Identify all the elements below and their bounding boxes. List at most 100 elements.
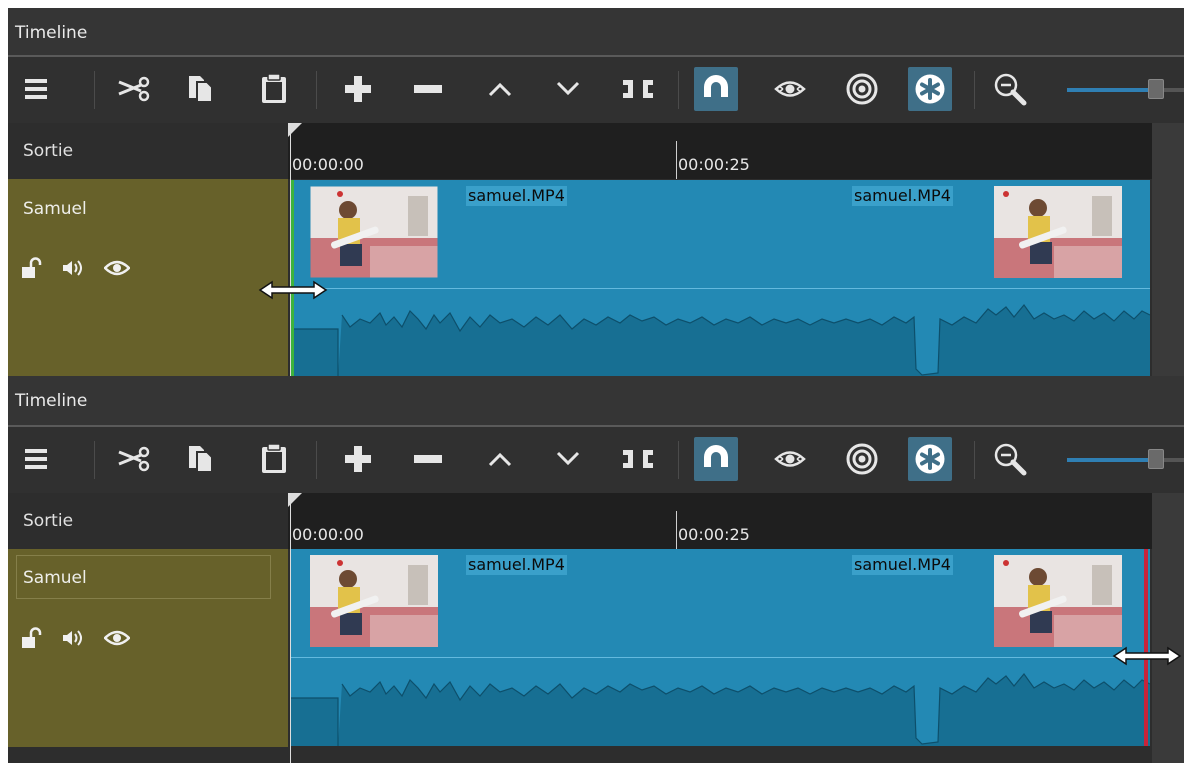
toolbar-separator [94, 441, 95, 479]
lift-button[interactable] [478, 437, 522, 481]
clip-thumbnail [994, 555, 1122, 647]
ripple-all-tracks-toggle[interactable] [908, 67, 952, 111]
zoom-out-button[interactable] [988, 67, 1032, 111]
ripple-all-tracks-toggle[interactable] [908, 437, 952, 481]
paste-clipboard-icon [262, 73, 286, 103]
menu-button[interactable] [14, 437, 58, 481]
copy-button[interactable] [178, 437, 222, 481]
ruler-tick [676, 511, 677, 549]
paste-button[interactable] [252, 67, 296, 111]
split-button[interactable] [616, 437, 660, 481]
ripple-all-tracks-icon [915, 74, 945, 104]
output-track-header[interactable]: Sortie [8, 493, 288, 549]
zoom-out-icon [994, 73, 1027, 106]
magnet-snap-icon [704, 75, 728, 103]
menu-button[interactable] [14, 67, 58, 111]
lock-open-icon[interactable] [20, 257, 42, 279]
cut-button[interactable] [112, 67, 156, 111]
audio-speaker-icon[interactable] [60, 258, 86, 278]
audio-waveform [290, 304, 1150, 376]
minus-icon [414, 85, 442, 93]
menu-icon [25, 449, 47, 469]
resize-cursor-icon [258, 280, 328, 300]
timeline-ruler[interactable]: 00:00:00 00:00:25 [288, 123, 1152, 179]
zoom-slider-rest[interactable] [1163, 458, 1184, 462]
split-button[interactable] [616, 67, 660, 111]
track-header-samuel[interactable]: Samuel [8, 549, 288, 747]
ruler-tick [676, 141, 677, 179]
toolbar-separator [316, 441, 317, 479]
cut-button[interactable] [112, 437, 156, 481]
scrub-toggle[interactable] [768, 67, 812, 111]
zoom-slider-thumb[interactable] [1148, 449, 1164, 469]
timeline-scroll-area[interactable] [1152, 123, 1184, 376]
video-clip-samuel[interactable]: samuel.MP4 samuel.MP4 [290, 180, 1150, 376]
audio-speaker-icon[interactable] [60, 628, 86, 648]
toolbar-separator [94, 71, 95, 109]
chevron-down-icon [556, 451, 580, 466]
timeline-ruler[interactable]: 00:00:00 00:00:25 [288, 493, 1152, 549]
paste-button[interactable] [252, 437, 296, 481]
append-button[interactable] [336, 437, 380, 481]
zoom-out-icon [994, 443, 1027, 476]
clip-label-right: samuel.MP4 [852, 186, 953, 206]
scrub-eye-icon [774, 451, 806, 467]
append-button[interactable] [336, 67, 380, 111]
zoom-slider-rest[interactable] [1163, 88, 1184, 92]
magnet-snap-icon [704, 445, 728, 473]
minus-icon [414, 455, 442, 463]
track-controls [20, 627, 130, 649]
timeline-scroll-area[interactable] [1152, 493, 1184, 763]
lock-open-icon[interactable] [20, 627, 42, 649]
eye-icon[interactable] [104, 629, 130, 647]
remove-button[interactable] [406, 67, 450, 111]
copy-button[interactable] [178, 67, 222, 111]
snap-toggle[interactable] [694, 437, 738, 481]
track-controls [20, 257, 130, 279]
snap-toggle[interactable] [694, 67, 738, 111]
clip-label-left: samuel.MP4 [466, 555, 567, 575]
zoom-slider-track[interactable] [1067, 458, 1149, 462]
video-clip-samuel[interactable]: samuel.MP4 samuel.MP4 [290, 549, 1150, 746]
toolbar-separator [678, 441, 679, 479]
track-name[interactable]: Samuel [16, 555, 271, 599]
toolbar-separator [974, 441, 975, 479]
ripple-target-icon [846, 73, 878, 105]
output-track-header[interactable]: Sortie [8, 123, 288, 179]
ruler-time-start: 00:00:00 [292, 525, 364, 544]
paste-clipboard-icon [262, 443, 286, 473]
scrub-toggle[interactable] [768, 437, 812, 481]
chevron-down-icon [556, 81, 580, 96]
copy-icon [189, 76, 213, 103]
overwrite-button[interactable] [546, 437, 590, 481]
track-header-samuel[interactable]: Samuel [8, 179, 288, 376]
zoom-out-button[interactable] [988, 437, 1032, 481]
lift-button[interactable] [478, 67, 522, 111]
ripple-target-icon [846, 443, 878, 475]
timeline-panel-1: Timeline Sortie 00:00:00 00:00:25 Samuel… [8, 8, 1184, 376]
panel-title: Timeline [8, 8, 1184, 57]
overwrite-button[interactable] [546, 67, 590, 111]
clip-thumbnail [994, 186, 1122, 278]
zoom-slider-track[interactable] [1067, 88, 1149, 92]
split-icon [623, 450, 653, 468]
ripple-toggle[interactable] [840, 67, 884, 111]
plus-icon [345, 446, 371, 472]
menu-icon [25, 79, 47, 99]
toolbar-separator [974, 71, 975, 109]
ripple-toggle[interactable] [840, 437, 884, 481]
cut-scissors-icon [118, 76, 150, 102]
clip-label-left: samuel.MP4 [466, 186, 567, 206]
ripple-all-tracks-icon [915, 444, 945, 474]
timeline-panel-2: Timeline Sortie 00:00:00 00:00:25 Samuel… [8, 376, 1184, 763]
zoom-slider-thumb[interactable] [1148, 79, 1164, 99]
chevron-up-icon [488, 82, 512, 97]
cut-scissors-icon [118, 446, 150, 472]
toolbar-separator [678, 71, 679, 109]
clip-label-right: samuel.MP4 [852, 555, 953, 575]
clip-thumbnail [310, 186, 438, 278]
eye-icon[interactable] [104, 259, 130, 277]
remove-button[interactable] [406, 437, 450, 481]
plus-icon [345, 76, 371, 102]
toolbar-separator [316, 71, 317, 109]
